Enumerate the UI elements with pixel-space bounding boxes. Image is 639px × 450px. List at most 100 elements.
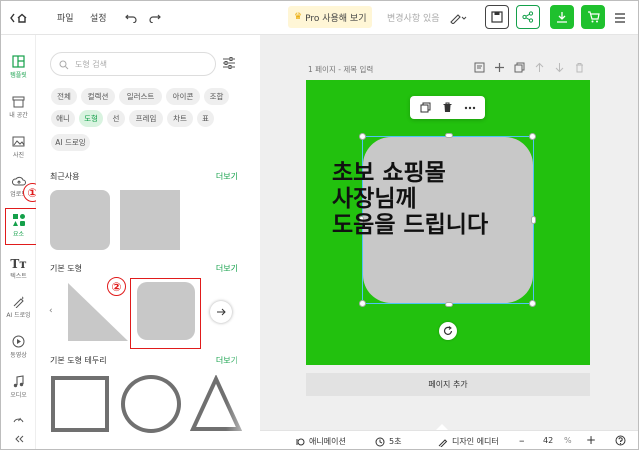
- move-down-icon[interactable]: [554, 62, 565, 73]
- design-editor-button[interactable]: 디자인 에디터: [438, 436, 499, 447]
- rail-item-templates[interactable]: 템플릿: [1, 55, 36, 79]
- text-icon: Tт: [10, 257, 27, 271]
- duration-button[interactable]: 5초: [375, 436, 401, 447]
- menu-file[interactable]: 파일: [57, 1, 74, 34]
- page-toolbar: [474, 62, 585, 73]
- recent-more-link[interactable]: 더보기: [216, 171, 238, 182]
- pro-trial-button[interactable]: ♛ Pro 사용해 보기: [288, 6, 373, 28]
- rail-item-audio[interactable]: 오디오: [1, 375, 36, 399]
- home-button[interactable]: [9, 1, 29, 34]
- share-icon: [522, 11, 534, 23]
- circle-outline-shape[interactable]: [121, 375, 181, 433]
- download-icon: [557, 12, 567, 23]
- add-page-button[interactable]: 페이지 추가: [306, 373, 590, 396]
- chip-illustration[interactable]: 일러스트: [119, 88, 162, 105]
- top-toolbar: 파일 설정 ♛ Pro 사용해 보기 변경사항 있음: [1, 1, 638, 35]
- filter-button[interactable]: [222, 55, 236, 74]
- double-chevron-left-icon: [14, 435, 23, 443]
- play-circle-icon: [12, 335, 25, 348]
- zoom-in-button[interactable]: +: [586, 433, 596, 447]
- animation-button[interactable]: 애니메이션: [295, 436, 346, 447]
- menu-button[interactable]: [614, 1, 626, 34]
- design-page[interactable]: 초보 쇼핑몰 사장님께 도움을 드립니다: [306, 80, 590, 365]
- rail-item-more[interactable]: [1, 413, 36, 425]
- rotate-handle[interactable]: [439, 322, 457, 340]
- undo-icon: [125, 14, 137, 23]
- recent-rounded-square-shape[interactable]: [50, 190, 110, 250]
- trash-icon[interactable]: [574, 62, 585, 73]
- image-icon: [12, 136, 25, 147]
- resize-handle-sw[interactable]: [359, 300, 366, 307]
- annotation-badge-2: ②: [107, 277, 126, 296]
- resize-handle-s[interactable]: [445, 302, 453, 307]
- share-button[interactable]: [516, 5, 540, 29]
- redo-button[interactable]: [149, 1, 161, 34]
- undo-button[interactable]: [125, 1, 137, 34]
- music-note-icon: [13, 375, 24, 388]
- zoom-value[interactable]: 42: [543, 436, 553, 445]
- zoom-out-button[interactable]: –: [519, 434, 525, 447]
- rail-item-ai-drawing[interactable]: AI 드로잉: [1, 295, 36, 319]
- box-icon: [12, 96, 25, 108]
- help-button[interactable]: [615, 435, 626, 448]
- rail-item-video[interactable]: 동영상: [1, 335, 36, 359]
- chip-line[interactable]: 선: [107, 110, 125, 127]
- rail-item-photos[interactable]: 사진: [1, 135, 36, 159]
- square-outline-shape[interactable]: [51, 376, 109, 432]
- more-options-icon[interactable]: [464, 106, 476, 110]
- hamburger-icon: [615, 12, 625, 23]
- recent-square-shape[interactable]: [120, 190, 180, 250]
- arrow-right-icon: [217, 308, 226, 316]
- cart-button[interactable]: [581, 5, 605, 29]
- clock-icon: [375, 437, 385, 446]
- save-icon: [491, 11, 503, 23]
- copy-icon[interactable]: [420, 102, 431, 113]
- add-page-icon[interactable]: [494, 62, 505, 73]
- save-status: 변경사항 있음: [387, 14, 440, 24]
- basic-shapes-more-link[interactable]: 더보기: [216, 263, 238, 274]
- element-context-toolbar: [410, 96, 485, 119]
- move-up-icon[interactable]: [534, 62, 545, 73]
- shape-search-input[interactable]: 도형 검색: [50, 52, 216, 76]
- delete-icon[interactable]: [442, 102, 453, 113]
- resize-handle-nw[interactable]: [359, 133, 366, 140]
- save-button[interactable]: [485, 5, 509, 29]
- pen-icon: [438, 438, 448, 447]
- scroll-right-button[interactable]: [210, 301, 232, 323]
- chip-shapes[interactable]: 도형: [79, 110, 103, 127]
- chip-table[interactable]: 표: [197, 110, 214, 127]
- rail-item-text[interactable]: Tт 텍스트: [1, 257, 36, 280]
- chip-chart[interactable]: 차트: [167, 110, 193, 127]
- chip-all[interactable]: 전체: [51, 88, 77, 105]
- resize-handle-se[interactable]: [529, 300, 536, 307]
- cart-icon: [587, 11, 600, 23]
- resize-handle-e[interactable]: [531, 216, 536, 224]
- search-icon: [59, 60, 69, 70]
- annotation-box-rounded-rectangle: [130, 278, 201, 349]
- duplicate-page-icon[interactable]: [514, 62, 525, 73]
- help-icon: [615, 435, 626, 446]
- chip-collection[interactable]: 컬렉션: [81, 88, 115, 105]
- pen-icon: [450, 13, 467, 24]
- bottom-toolbar: 애니메이션 5초 디자인 에디터 – 42 % +: [260, 430, 638, 449]
- download-button[interactable]: [550, 5, 574, 29]
- gauge-icon: [13, 417, 24, 423]
- resize-handle-n[interactable]: [445, 133, 453, 138]
- crown-icon: ♛: [294, 12, 303, 22]
- headline-text[interactable]: 초보 쇼핑몰 사장님께 도움을 드립니다: [332, 160, 488, 238]
- chip-combo[interactable]: 조합: [204, 88, 229, 105]
- chip-frame[interactable]: 프레임: [129, 110, 163, 127]
- chip-anime[interactable]: 애니: [51, 110, 75, 127]
- page-title-label[interactable]: 1 페이지 - 제목 입력: [308, 64, 373, 75]
- scroll-left-button[interactable]: ‹: [49, 306, 53, 316]
- menu-settings[interactable]: 설정: [90, 1, 107, 34]
- collapse-rail-button[interactable]: [1, 435, 36, 445]
- rail-item-my-space[interactable]: 내 공간: [1, 95, 36, 119]
- resize-handle-ne[interactable]: [529, 133, 536, 140]
- chip-icon[interactable]: 아이콘: [166, 88, 200, 105]
- draw-tool-button[interactable]: [449, 1, 467, 34]
- app-window: 파일 설정 ♛ Pro 사용해 보기 변경사항 있음 템플릿 내 공간 사진 업…: [0, 0, 639, 450]
- chip-ai-drawing[interactable]: AI 드로잉: [51, 134, 90, 151]
- memo-icon[interactable]: [474, 62, 485, 73]
- sliders-icon: [223, 57, 235, 69]
